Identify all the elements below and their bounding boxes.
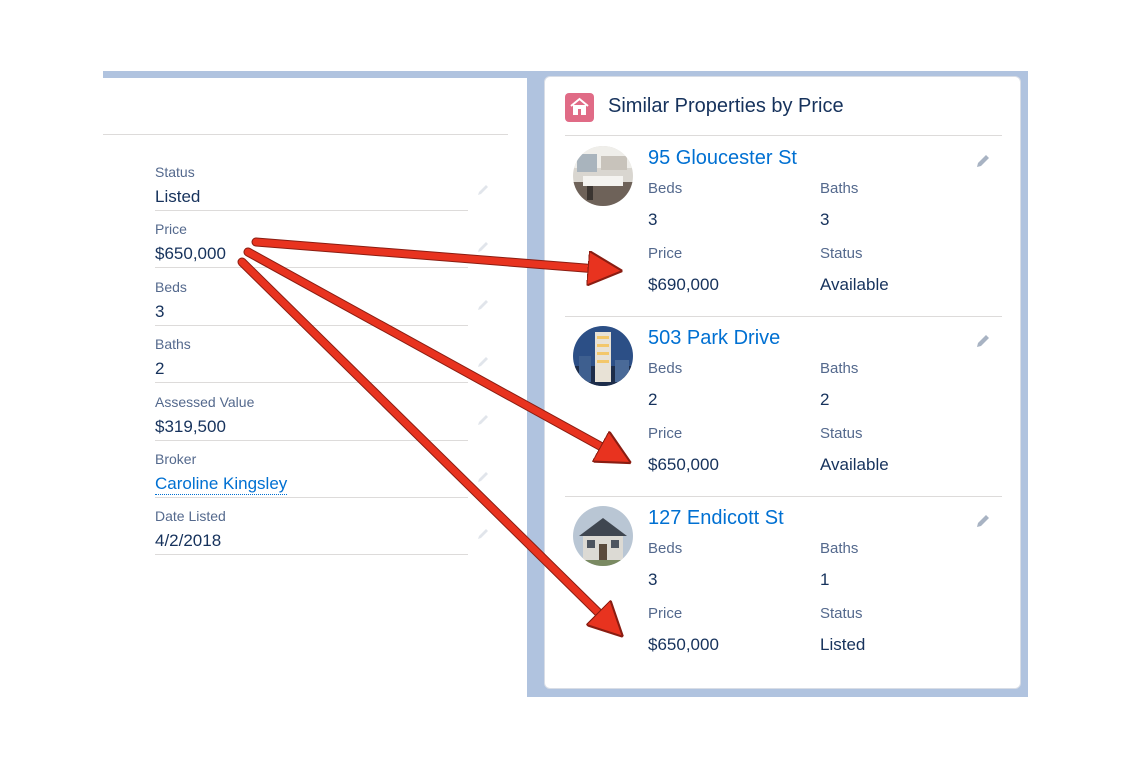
beds-label: Beds bbox=[648, 360, 683, 377]
field-price: Price $650,000 bbox=[155, 210, 488, 268]
status-value: Available bbox=[820, 275, 889, 294]
field-value: 4/2/2018 bbox=[155, 531, 222, 550]
field-baths: Baths 2 bbox=[155, 325, 488, 383]
price-value: $690,000 bbox=[648, 275, 719, 294]
pencil-icon[interactable] bbox=[974, 332, 992, 350]
broker-link[interactable]: Caroline Kingsley bbox=[155, 474, 288, 495]
record-detail-panel: Status Listed Price $650,000 Beds 3 Bath… bbox=[103, 78, 527, 697]
field-label: Date Listed bbox=[155, 508, 226, 524]
field-date-listed: Date Listed 4/2/2018 bbox=[155, 497, 488, 555]
pencil-icon[interactable] bbox=[476, 355, 490, 369]
field-assessed-value: Assessed Value $319,500 bbox=[155, 383, 488, 441]
pencil-icon[interactable] bbox=[476, 240, 490, 254]
baths-value: 2 bbox=[820, 390, 830, 409]
field-value: 2 bbox=[155, 359, 165, 378]
card-title: Similar Properties by Price bbox=[608, 95, 844, 117]
status-value: Available bbox=[820, 455, 889, 474]
property-item: 503 Park Drive Beds 2 Baths 2 Price $650… bbox=[565, 316, 1002, 497]
house-icon bbox=[565, 93, 594, 122]
field-beds: Beds 3 bbox=[155, 268, 488, 326]
field-label: Broker bbox=[155, 451, 197, 467]
property-name-link[interactable]: 503 Park Drive bbox=[648, 327, 780, 350]
status-label: Status bbox=[820, 425, 863, 442]
property-photo bbox=[573, 326, 633, 386]
property-name-link[interactable]: 95 Gloucester St bbox=[648, 147, 797, 170]
baths-value: 1 bbox=[820, 570, 830, 589]
beds-label: Beds bbox=[648, 180, 683, 197]
divider bbox=[103, 134, 508, 135]
price-label: Price bbox=[648, 245, 683, 262]
field-label: Assessed Value bbox=[155, 394, 255, 410]
status-label: Status bbox=[820, 245, 863, 262]
pencil-icon[interactable] bbox=[476, 413, 490, 427]
beds-value: 2 bbox=[648, 390, 658, 409]
beds-value: 3 bbox=[648, 570, 658, 589]
property-photo bbox=[573, 506, 633, 566]
pencil-icon[interactable] bbox=[476, 298, 490, 312]
baths-label: Baths bbox=[820, 180, 859, 197]
pencil-icon[interactable] bbox=[476, 470, 490, 484]
beds-label: Beds bbox=[648, 540, 683, 557]
baths-label: Baths bbox=[820, 540, 859, 557]
price-label: Price bbox=[648, 605, 683, 622]
price-value: $650,000 bbox=[648, 635, 719, 654]
pencil-icon[interactable] bbox=[974, 152, 992, 170]
field-label: Baths bbox=[155, 336, 191, 352]
beds-value: 3 bbox=[648, 210, 658, 229]
field-broker: Broker Caroline Kingsley bbox=[155, 440, 488, 498]
field-label: Beds bbox=[155, 279, 187, 295]
pencil-icon[interactable] bbox=[974, 512, 992, 530]
similar-properties-card: Similar Properties by Price 95 Glouceste… bbox=[544, 76, 1021, 689]
property-item: 127 Endicott St Beds 3 Baths 1 Price $65… bbox=[565, 496, 1002, 677]
field-value: Listed bbox=[155, 187, 201, 206]
status-value: Listed bbox=[820, 635, 866, 654]
divider bbox=[565, 135, 1002, 136]
field-label: Price bbox=[155, 221, 187, 237]
field-value: $650,000 bbox=[155, 244, 226, 263]
price-label: Price bbox=[648, 425, 683, 442]
field-value: 3 bbox=[155, 302, 165, 321]
pencil-icon[interactable] bbox=[476, 183, 490, 197]
field-label: Status bbox=[155, 164, 195, 180]
field-status: Status Listed bbox=[155, 153, 488, 211]
property-name-link[interactable]: 127 Endicott St bbox=[648, 507, 784, 530]
baths-value: 3 bbox=[820, 210, 830, 229]
baths-label: Baths bbox=[820, 360, 859, 377]
property-photo bbox=[573, 146, 633, 206]
pencil-icon[interactable] bbox=[476, 527, 490, 541]
field-value: $319,500 bbox=[155, 417, 226, 436]
status-label: Status bbox=[820, 605, 863, 622]
property-item: 95 Gloucester St Beds 3 Baths 3 Price $6… bbox=[565, 137, 1002, 317]
price-value: $650,000 bbox=[648, 455, 719, 474]
